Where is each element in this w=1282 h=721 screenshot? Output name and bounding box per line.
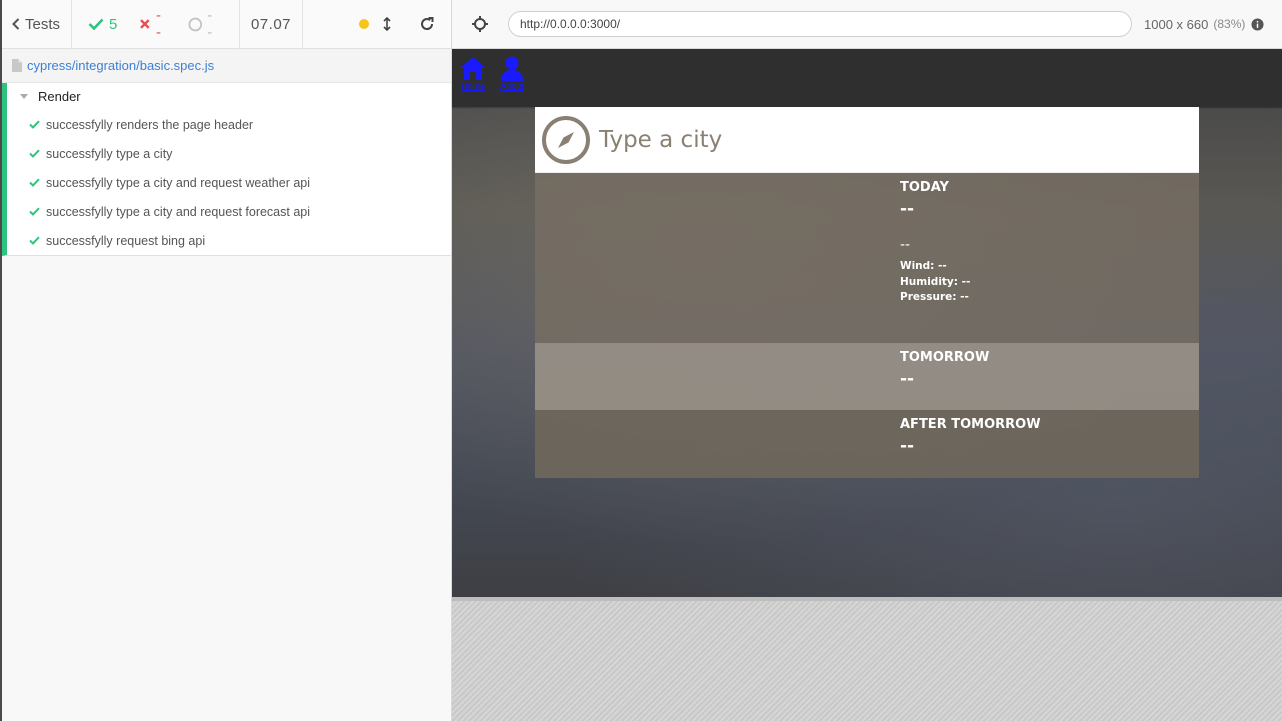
today-description: -- bbox=[900, 237, 911, 253]
pending-stat: -- bbox=[188, 7, 217, 41]
info-icon[interactable] bbox=[1251, 17, 1264, 31]
forecast-panel: TODAY -- -- Wind: -- Humidity: -- Pressu… bbox=[535, 173, 1199, 478]
x-icon bbox=[140, 19, 150, 29]
test-title: successfylly request bing api bbox=[46, 233, 206, 248]
spec-file-link[interactable]: cypress/integration/basic.spec.js bbox=[27, 58, 214, 73]
suite-row-render[interactable]: Render bbox=[7, 83, 451, 110]
after-tomorrow-title: AFTER TOMORROW bbox=[900, 417, 1041, 432]
tests-button-label: Tests bbox=[25, 15, 61, 33]
crosshair-icon bbox=[472, 16, 488, 32]
user-icon bbox=[501, 56, 523, 81]
suite-title: Render bbox=[38, 89, 81, 104]
test-row[interactable]: successfylly type a city and request for… bbox=[7, 197, 451, 226]
pending-count: -- bbox=[207, 7, 213, 41]
test-row[interactable]: successfylly type a city bbox=[7, 139, 451, 168]
aut-header: http://0.0.0.0:3000/ 1000 x 660 (83%) bbox=[452, 0, 1282, 49]
reporter-panel: Tests 5 -- -- 07.07 cypress/integration/… bbox=[0, 0, 452, 721]
after-tomorrow-band bbox=[535, 410, 1199, 478]
stats-group: 5 -- -- bbox=[72, 0, 240, 49]
tomorrow-band bbox=[535, 343, 1199, 410]
caret-down-icon bbox=[20, 94, 28, 99]
viewport-info: 1000 x 660 (83%) bbox=[1144, 17, 1264, 32]
aut-empty-area bbox=[452, 597, 1282, 721]
today-pressure: Pressure: -- bbox=[900, 291, 969, 303]
circle-notch-icon bbox=[188, 17, 202, 31]
city-input[interactable] bbox=[599, 126, 1159, 153]
resize-vertical-icon[interactable] bbox=[383, 17, 391, 31]
tests-button[interactable]: Tests bbox=[2, 0, 72, 49]
check-icon bbox=[29, 120, 40, 129]
app-nav: Home About bbox=[459, 55, 525, 91]
running-indicator bbox=[359, 19, 369, 29]
today-temperature: -- bbox=[900, 199, 915, 219]
weather-card: TODAY -- -- Wind: -- Humidity: -- Pressu… bbox=[535, 107, 1199, 478]
tomorrow-block: TOMORROW -- bbox=[900, 350, 989, 389]
test-list: Render successfylly renders the page hea… bbox=[2, 83, 451, 256]
check-icon bbox=[88, 18, 104, 30]
nav-about-label: About bbox=[500, 81, 524, 91]
selector-playground-button[interactable] bbox=[452, 16, 508, 32]
passed-stat: 5 bbox=[88, 16, 117, 33]
url-bar[interactable]: http://0.0.0.0:3000/ bbox=[508, 11, 1132, 37]
test-title: successfylly type a city bbox=[46, 146, 173, 161]
nav-home-link[interactable]: Home bbox=[459, 55, 487, 91]
compass-icon bbox=[542, 115, 590, 164]
home-icon bbox=[460, 57, 486, 80]
passed-count: 5 bbox=[109, 15, 118, 33]
restart-icon[interactable] bbox=[419, 16, 435, 32]
duration-display: 07.07 bbox=[240, 0, 303, 49]
today-block: TODAY -- -- Wind: -- Humidity: -- Pressu… bbox=[900, 180, 970, 306]
chevron-left-icon bbox=[12, 18, 20, 30]
check-icon bbox=[29, 207, 40, 216]
reporter-header: Tests 5 -- -- 07.07 bbox=[2, 0, 451, 49]
after-tomorrow-temperature: -- bbox=[900, 436, 915, 456]
failed-count: -- bbox=[156, 7, 161, 41]
nav-about-link[interactable]: About bbox=[499, 55, 525, 91]
url-text: http://0.0.0.0:3000/ bbox=[520, 17, 621, 31]
file-icon bbox=[12, 59, 22, 72]
tomorrow-title: TOMORROW bbox=[900, 350, 990, 365]
test-row[interactable]: successfylly renders the page header bbox=[7, 110, 451, 139]
app-under-test-frame: Home About TODAY -- -- Wind: -- Hum bbox=[452, 49, 1282, 597]
check-icon bbox=[29, 149, 40, 158]
nav-home-label: Home bbox=[460, 81, 485, 91]
test-row[interactable]: successfylly type a city and request wea… bbox=[7, 168, 451, 197]
test-title: successfylly type a city and request for… bbox=[46, 204, 311, 219]
tomorrow-temperature: -- bbox=[900, 369, 915, 389]
test-row[interactable]: successfylly request bing api bbox=[7, 226, 451, 255]
today-humidity: Humidity: -- bbox=[900, 275, 971, 288]
runner-controls bbox=[303, 0, 451, 49]
after-tomorrow-block: AFTER TOMORROW -- bbox=[900, 417, 1041, 456]
test-title: successfylly type a city and request wea… bbox=[46, 175, 311, 190]
test-title: successfylly renders the page header bbox=[46, 117, 254, 132]
spec-file-bar: cypress/integration/basic.spec.js bbox=[2, 49, 451, 83]
check-icon bbox=[29, 236, 40, 245]
viewport-size: 1000 x 660 bbox=[1144, 16, 1209, 32]
check-icon bbox=[29, 178, 40, 187]
today-title: TODAY bbox=[900, 180, 949, 195]
failed-stat: -- bbox=[139, 7, 165, 41]
today-wind: Wind: -- bbox=[900, 260, 947, 272]
viewport-scale: (83%) bbox=[1213, 17, 1246, 31]
city-search-bar bbox=[535, 107, 1199, 173]
